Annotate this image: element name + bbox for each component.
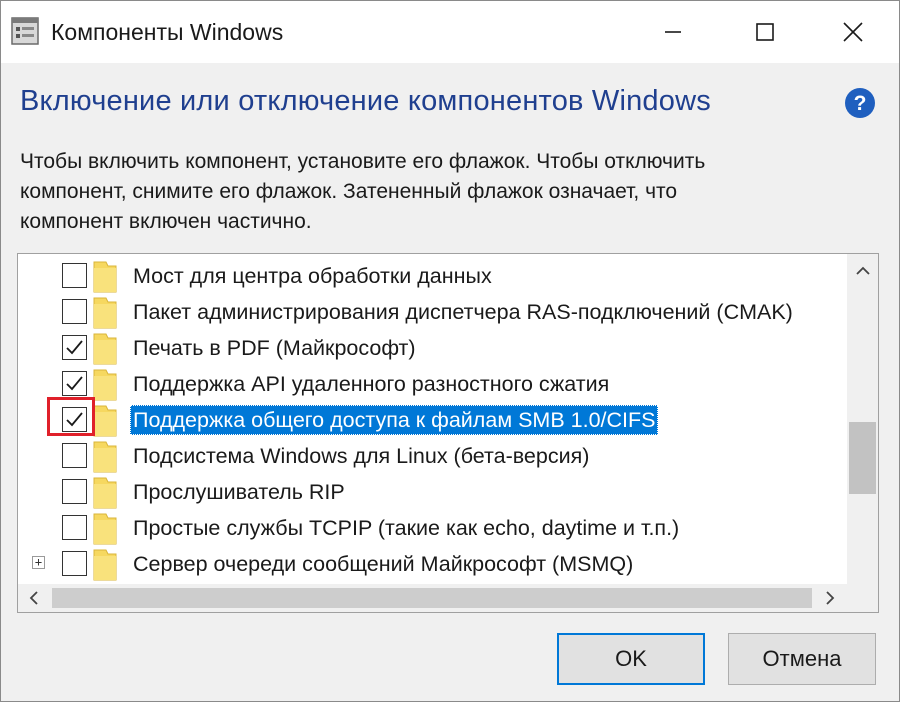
minimize-icon [665,31,681,33]
chevron-left-icon [29,591,38,605]
feature-row[interactable]: Печать в PDF (Майкрософт) [18,330,846,366]
scroll-up-button[interactable] [847,254,878,288]
feature-checkbox[interactable] [62,299,87,324]
close-icon [843,22,863,42]
features-list: Мост для центра обработки данных Пакет ад… [18,254,846,584]
feature-label: Печать в PDF (Майкрософт) [133,336,416,360]
features-tree[interactable]: Мост для центра обработки данных Пакет ад… [17,253,879,613]
folder-icon [92,402,118,438]
checkmark-icon [66,376,83,391]
svg-text:?: ? [854,92,867,115]
feature-row[interactable]: Пакет администрирования диспетчера RAS-п… [18,294,846,330]
feature-checkbox[interactable] [62,335,87,360]
windows-features-app-icon [11,17,39,45]
vertical-scroll-thumb[interactable] [849,422,876,494]
instructions-text: Чтобы включить компонент, установите его… [20,147,870,237]
feature-label: Поддержка общего доступа к файлам SMB 1.… [130,405,659,435]
instructions-line: компонент включен частично. [20,210,312,233]
folder-icon [92,510,118,546]
feature-row[interactable]: + Сервер очереди сообщений Майкрософт (MS… [18,546,846,582]
feature-checkbox[interactable] [62,479,87,504]
folder-icon [92,294,118,330]
close-button[interactable] [807,1,899,63]
feature-label: Пакет администрирования диспетчера RAS-п… [133,300,793,324]
horizontal-scroll-thumb[interactable] [52,588,812,608]
chevron-right-icon [826,591,835,605]
feature-row[interactable]: Поддержка API удаленного разностного сжа… [18,366,846,402]
instructions-line: Чтобы включить компонент, установите его… [20,150,706,173]
feature-row[interactable]: Простые службы TCPIP (такие как echo, da… [18,510,846,546]
feature-label: Подсистема Windows для Linux (бета-верси… [133,444,590,468]
feature-checkbox[interactable] [62,515,87,540]
folder-icon [92,366,118,402]
scroll-right-button[interactable] [814,584,846,612]
feature-row[interactable]: Поддержка общего доступа к файлам SMB 1.… [18,402,846,438]
folder-icon [92,474,118,510]
cancel-button[interactable]: Отмена [728,633,876,685]
scroll-left-button[interactable] [18,584,50,612]
feature-label: Простые службы TCPIP (такие как echo, da… [133,516,680,540]
feature-label: Сервер очереди сообщений Майкрософт (MSM… [133,552,634,576]
feature-checkbox[interactable] [62,371,87,396]
checkmark-icon [66,340,83,355]
expand-icon[interactable]: + [32,556,45,569]
feature-row[interactable]: Подсистема Windows для Linux (бета-верси… [18,438,846,474]
feature-checkbox[interactable] [62,443,87,468]
feature-label: Мост для центра обработки данных [133,264,492,288]
maximize-button[interactable] [719,1,811,63]
title-bar[interactable]: Компоненты Windows [1,1,899,63]
chevron-up-icon [855,266,870,275]
feature-checkbox[interactable] [62,263,87,288]
feature-row[interactable]: Прослушиватель RIP [18,474,846,510]
feature-label: Прослушиватель RIP [133,480,345,504]
folder-icon [92,546,118,582]
window-title: Компоненты Windows [51,19,284,45]
maximize-icon [756,23,774,41]
feature-checkbox[interactable] [62,551,87,576]
feature-row[interactable]: Мост для центра обработки данных [18,258,846,294]
instructions-line: компонент, снимите его флажок. Затененны… [20,180,678,203]
ok-button[interactable]: OK [557,633,705,685]
feature-label: Поддержка API удаленного разностного сжа… [133,372,610,396]
page-heading: Включение или отключение компонентов Win… [20,85,711,117]
annotation-highlight-box [47,397,95,436]
folder-icon [92,330,118,366]
dialog-window: Компоненты Windows Включение или отключе… [0,0,900,702]
folder-icon [92,438,118,474]
folder-icon [92,258,118,294]
help-icon[interactable]: ? [844,87,876,119]
minimize-button[interactable] [627,1,719,63]
horizontal-scrollbar[interactable] [18,584,878,612]
vertical-scrollbar[interactable] [847,254,878,584]
